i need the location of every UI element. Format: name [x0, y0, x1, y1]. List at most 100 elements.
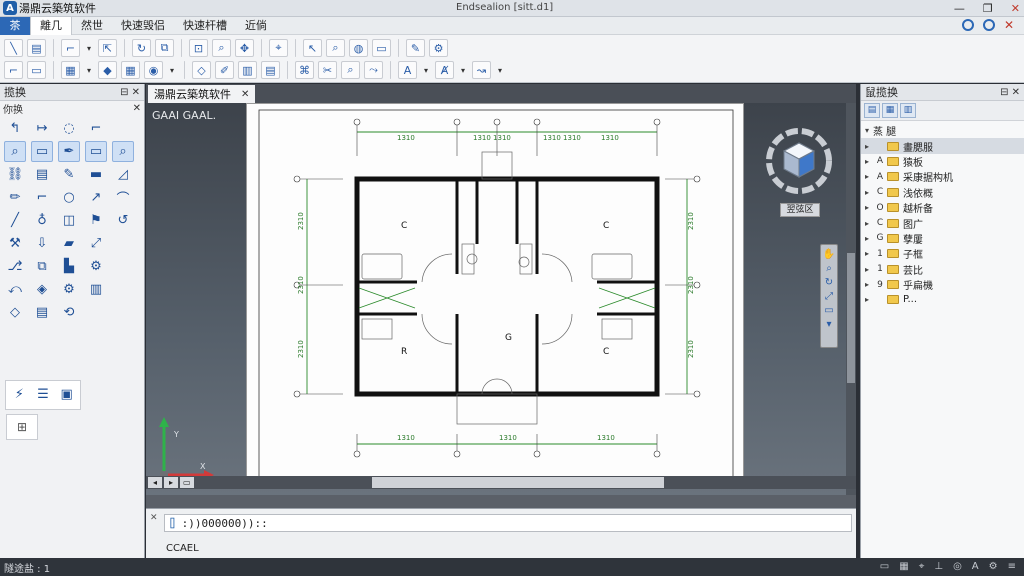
arrow-tool-icon[interactable]: ↦: [31, 118, 53, 139]
shape-icon[interactable]: ◇: [192, 61, 211, 79]
slash-tool-icon[interactable]: ╱: [4, 210, 26, 231]
tab-quick-edit[interactable]: 快速毁侣: [112, 17, 174, 35]
measure-icon[interactable]: ⌖: [269, 39, 288, 57]
chevron-down-icon[interactable]: ▾: [495, 61, 505, 79]
horizontal-scrollbar[interactable]: ◂ ▸ ▭: [146, 476, 856, 489]
view-cube-label[interactable]: 翌弦区: [780, 203, 820, 217]
scroll-left-button[interactable]: ◂: [148, 477, 162, 488]
model-space-icon[interactable]: ▭: [880, 561, 889, 572]
hook-tool-icon[interactable]: ⤺: [4, 279, 26, 300]
tab-quick-member[interactable]: 快速杆槽: [174, 17, 236, 35]
zoom-icon[interactable]: ⌕: [212, 39, 231, 57]
minimize-button[interactable]: —: [954, 2, 965, 15]
showmotion-icon[interactable]: ▭: [824, 305, 833, 316]
document-tab[interactable]: 湯鼎云築筑软件 ✕: [148, 85, 256, 103]
extra-tool-box[interactable]: ⊞: [6, 414, 38, 440]
tree-item[interactable]: ▸ O 越析备: [861, 200, 1024, 216]
arrow-down-tool-icon[interactable]: ⇩: [31, 233, 53, 254]
tab-insert[interactable]: 然世: [72, 17, 112, 35]
snap-toggle-icon[interactable]: ⌖: [919, 561, 925, 572]
pan-icon[interactable]: ✥: [235, 39, 254, 57]
paint-tool-icon[interactable]: ▙: [58, 256, 80, 277]
bulb-tool-icon[interactable]: ♁: [31, 210, 53, 231]
polyline-icon[interactable]: ⌐: [61, 39, 80, 57]
flag-tool-icon[interactable]: ⚑: [85, 210, 107, 231]
annotation-scale-icon[interactable]: A: [972, 561, 979, 572]
maximize-button[interactable]: ❐: [983, 2, 993, 15]
arrow-line-tool-icon[interactable]: ↗: [85, 187, 107, 208]
chevron-down-icon[interactable]: ▾: [84, 61, 94, 79]
trim-icon[interactable]: ✂: [318, 61, 337, 79]
globe-icon[interactable]: ◍: [349, 39, 368, 57]
copy-tool-icon[interactable]: ⧉: [31, 256, 53, 277]
panel-pin-close-button[interactable]: ⊟ ✕: [120, 87, 140, 98]
print-icon[interactable]: ▦: [61, 61, 80, 79]
frame-tool-icon[interactable]: ▭: [85, 141, 107, 162]
document-tool-icon[interactable]: ▤: [31, 164, 53, 185]
tree-item[interactable]: ▸ A 猿板: [861, 154, 1024, 169]
layer-grid-icon[interactable]: ▥: [900, 103, 916, 118]
palette-close-button[interactable]: ✕: [133, 103, 141, 114]
leader-icon[interactable]: ↝: [472, 61, 491, 79]
tree-item[interactable]: ▸ P...: [861, 292, 1024, 307]
tree-item[interactable]: ▸ 1 芸比: [861, 262, 1024, 277]
layer-properties-icon[interactable]: ▦: [882, 103, 898, 118]
pointer-icon[interactable]: ↖: [303, 39, 322, 57]
tree-item[interactable]: ▸ 畫腮服: [861, 138, 1024, 154]
help-icon[interactable]: [962, 19, 974, 31]
command-grip-icon[interactable]: ✕: [150, 513, 158, 523]
layout-tab[interactable]: ▭: [180, 477, 194, 488]
drawing-viewport[interactable]: GAAI GAAL. C C G R C 1310 1310 1310 1310…: [146, 103, 856, 495]
folder-tool-icon[interactable]: ▰: [58, 233, 80, 254]
chevron-down-icon[interactable]: ▾: [458, 61, 468, 79]
block-icon[interactable]: ◆: [98, 61, 117, 79]
layer-new-icon[interactable]: ▤: [864, 103, 880, 118]
view-icon[interactable]: ◉: [144, 61, 163, 79]
circle-tool-icon[interactable]: ○: [58, 187, 80, 208]
polar-toggle-icon[interactable]: ◎: [953, 561, 962, 572]
extend-icon[interactable]: ⤳: [364, 61, 383, 79]
collapse-icon[interactable]: ▾: [861, 126, 873, 135]
snap-tool-icon[interactable]: ⚡: [9, 384, 30, 405]
tree-item[interactable]: ▸ A 采康据构机: [861, 169, 1024, 185]
dimension-icon[interactable]: Ⱥ: [435, 61, 454, 79]
tree-root[interactable]: ▾ 蒸 腿: [861, 123, 1024, 138]
spiral-tool-icon[interactable]: ↺: [112, 210, 134, 231]
scroll-right-button[interactable]: ▸: [164, 477, 178, 488]
tree-item[interactable]: ▸ 9 乎扁機: [861, 277, 1024, 293]
pen-tool-icon[interactable]: ✒: [58, 141, 80, 162]
corner-tool-icon[interactable]: ⌐: [31, 187, 53, 208]
info-icon[interactable]: [983, 19, 995, 31]
scroll-thumb[interactable]: [847, 253, 855, 383]
chevron-down-icon[interactable]: ▾: [421, 61, 431, 79]
magnify-icon[interactable]: ⌕: [341, 61, 360, 79]
brush-icon[interactable]: ✎: [406, 39, 425, 57]
settings-icon[interactable]: ⚙: [989, 561, 998, 572]
navbar-menu-icon[interactable]: ▾: [826, 319, 831, 330]
pan-icon[interactable]: ✋: [823, 249, 835, 260]
measure-tool-icon[interactable]: ⤢: [85, 233, 107, 254]
wrench-tool-icon[interactable]: ⚙: [85, 256, 107, 277]
table-icon[interactable]: ▦: [121, 61, 140, 79]
close-button[interactable]: ✕: [1011, 2, 1020, 15]
zoom-window-icon[interactable]: ⊡: [189, 39, 208, 57]
rotate-icon[interactable]: ↻: [132, 39, 151, 57]
tree-item[interactable]: ▸ C 浅依概: [861, 185, 1024, 200]
pen-icon[interactable]: ✐: [215, 61, 234, 79]
open-folder-icon[interactable]: ▤: [27, 39, 46, 57]
close-tab-icon[interactable]: ✕: [241, 89, 249, 100]
move-icon[interactable]: ⇱: [98, 39, 117, 57]
command-input[interactable]: :))000000))::: [182, 517, 268, 530]
drawing-sheet[interactable]: C C G R C 1310 1310 1310 1310 1310 1310 …: [246, 103, 744, 485]
edit-tool-icon[interactable]: ✎: [58, 164, 80, 185]
select-tool-icon[interactable]: ↰: [4, 118, 26, 139]
loop-tool-icon[interactable]: ⟲: [58, 302, 80, 323]
vertical-scrollbar[interactable]: [846, 103, 856, 495]
scroll-track[interactable]: [372, 477, 664, 488]
layer-icon[interactable]: ▭: [372, 39, 391, 57]
tab-recent[interactable]: 近倘: [236, 17, 276, 35]
tree-item[interactable]: ▸ G 孽屢: [861, 231, 1024, 246]
zoom-extents-icon[interactable]: ⤢: [825, 291, 833, 302]
connect-tool-icon[interactable]: ⎇: [4, 256, 26, 277]
search-icon[interactable]: ⌕: [326, 39, 345, 57]
